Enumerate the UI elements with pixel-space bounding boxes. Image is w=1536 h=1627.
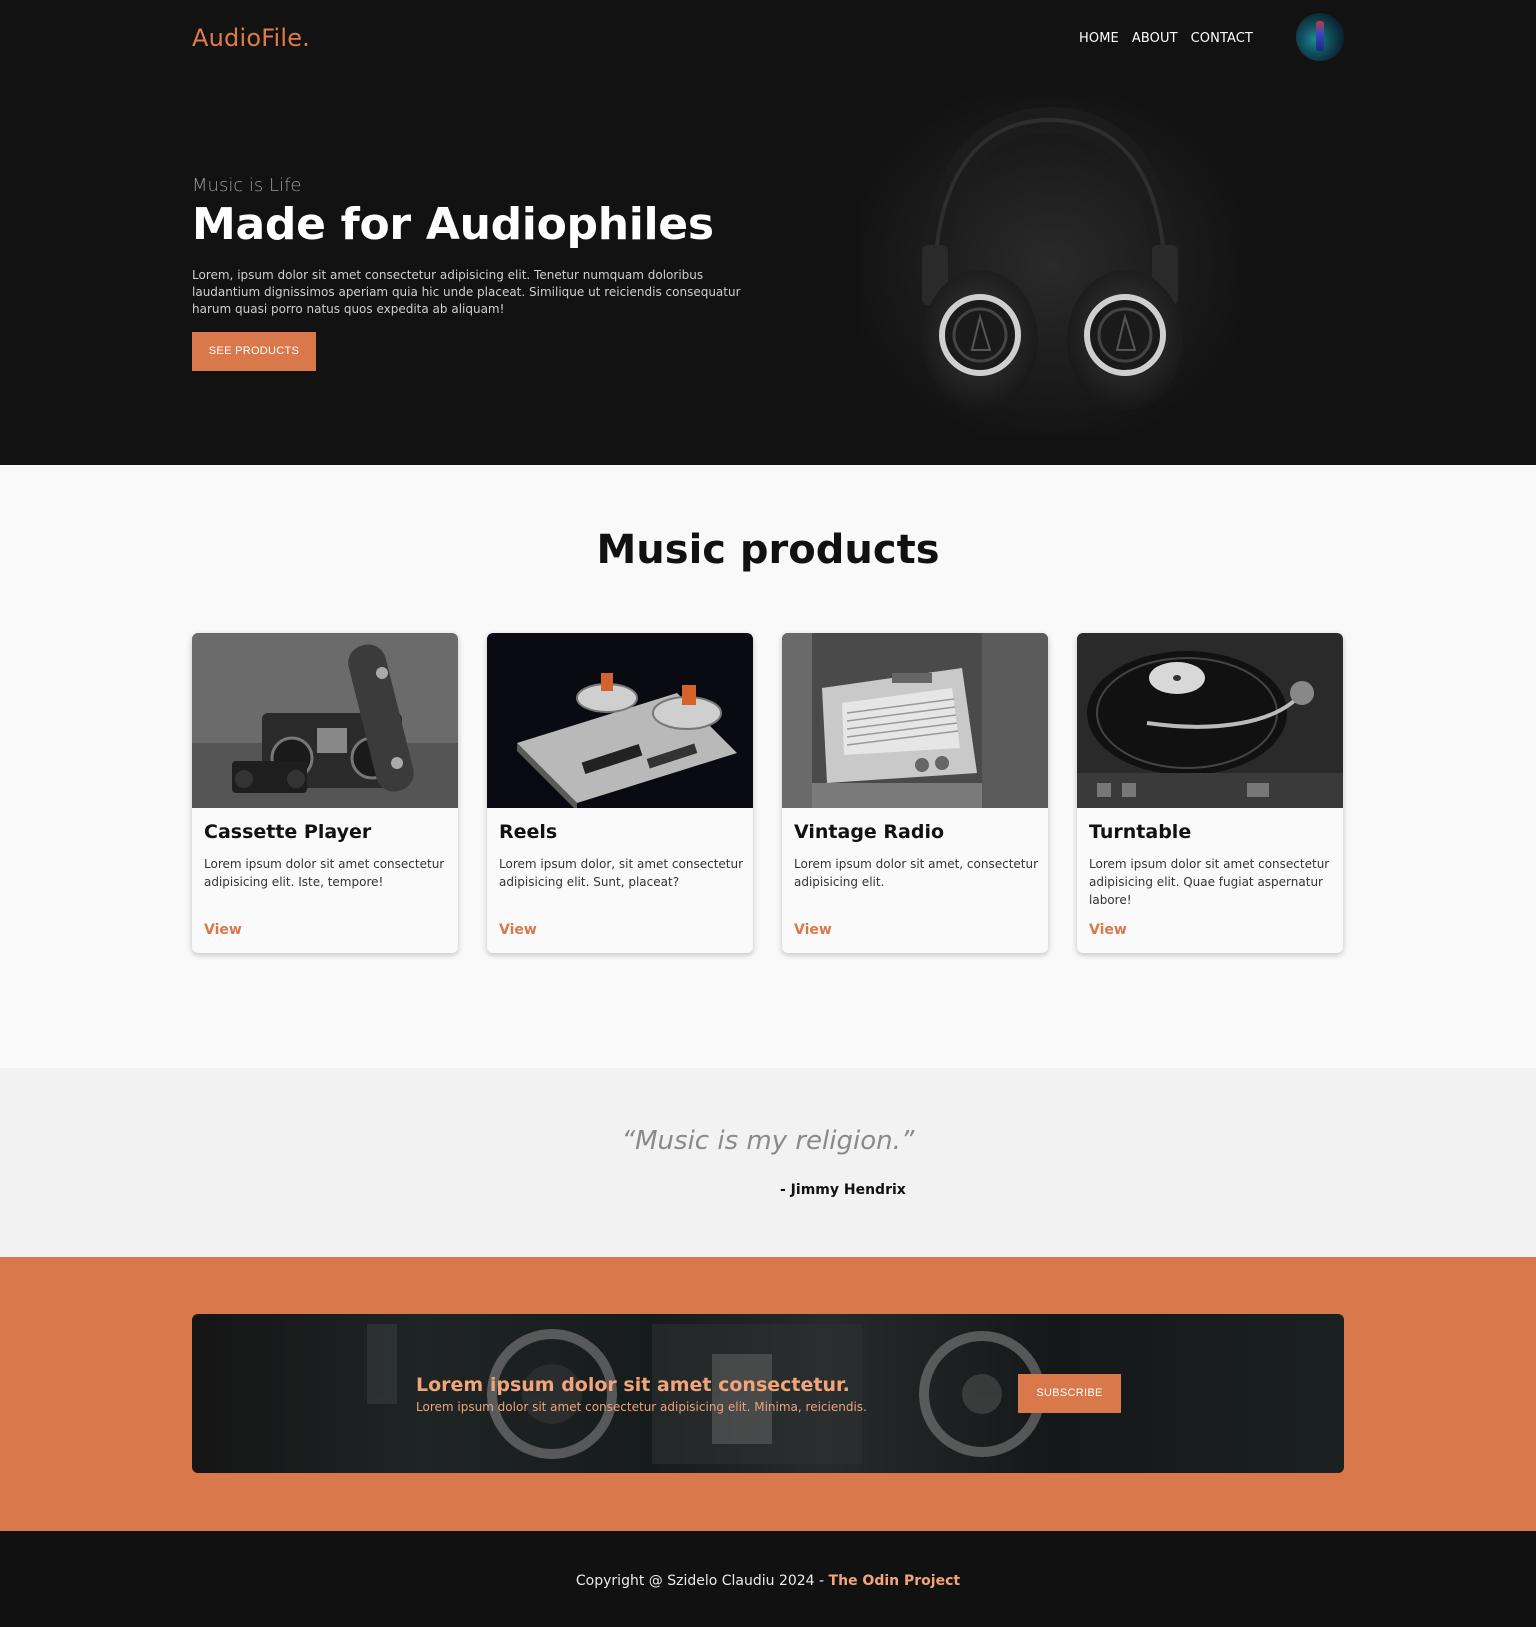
card-description: Lorem ipsum dolor sit amet, consectetur … — [794, 857, 1039, 889]
quote-author: - Jimmy Hendrix — [780, 1182, 906, 1198]
card-description: Lorem ipsum dolor, sit amet consectetur … — [499, 857, 744, 889]
avatar[interactable] — [1296, 13, 1344, 61]
card-title: Cassette Player — [204, 821, 372, 843]
quote-section: “Music is my religion.” - Jimmy Hendrix — [0, 1068, 1536, 1257]
product-card-radio: Vintage Radio Lorem ipsum dolor sit amet… — [782, 633, 1048, 953]
turntable-image — [1077, 633, 1343, 808]
copyright-text: Copyright @ Szidelo Claudiu 2024 - — [575, 1573, 829, 1589]
subscribe-button[interactable]: SUBSCRIBE — [1018, 1374, 1121, 1413]
card-title: Vintage Radio — [794, 821, 945, 843]
quote-text: “Music is my religion.” — [621, 1126, 915, 1156]
product-card-reels: Reels Lorem ipsum dolor, sit amet consec… — [487, 633, 753, 953]
subscribe-title: Lorem ipsum dolor sit amet consectetur. — [416, 1374, 850, 1396]
view-link[interactable]: View — [204, 922, 242, 938]
navbar: AudioFile. HOME ABOUT CONTACT — [0, 0, 1536, 80]
hero-kicker: Music is Life — [192, 175, 302, 196]
card-description: Lorem ipsum dolor sit amet consectetur a… — [204, 857, 445, 889]
nav-contact[interactable]: CONTACT — [1191, 31, 1253, 46]
footer: Copyright @ Szidelo Claudiu 2024 - The O… — [0, 1531, 1536, 1627]
nav-links: HOME ABOUT CONTACT — [1079, 31, 1253, 46]
card-title: Turntable — [1089, 821, 1192, 843]
card-title: Reels — [499, 821, 558, 843]
headphones-image — [860, 95, 1240, 435]
hero-text: Music is Life Made for Audiophiles Lorem… — [192, 175, 772, 318]
subscribe-banner: Lorem ipsum dolor sit amet consectetur. … — [192, 1314, 1344, 1473]
see-products-button[interactable]: SEE PRODUCTS — [192, 332, 316, 371]
hero-body: Lorem, ipsum dolor sit amet consectetur … — [192, 268, 741, 316]
reels-image — [487, 633, 753, 808]
footer-text: Copyright @ Szidelo Claudiu 2024 - The O… — [0, 1573, 1536, 1589]
products-section: Music products Cassette Player Lorem ips… — [0, 465, 1536, 1068]
product-card-turntable: Turntable Lorem ipsum dolor sit amet con… — [1077, 633, 1343, 953]
hero-title: Made for Audiophiles — [192, 199, 714, 250]
cassette-player-image — [192, 633, 458, 808]
view-link[interactable]: View — [499, 922, 537, 938]
products-title: Music products — [596, 527, 940, 573]
view-link[interactable]: View — [794, 922, 832, 938]
odin-project-link[interactable]: The Odin Project — [829, 1573, 961, 1589]
logo[interactable]: AudioFile. — [192, 24, 310, 52]
hero-section: AudioFile. HOME ABOUT CONTACT Music is L… — [0, 0, 1536, 465]
view-link[interactable]: View — [1089, 922, 1127, 938]
subscribe-text: Lorem ipsum dolor sit amet consectetur a… — [416, 1400, 867, 1414]
nav-about[interactable]: ABOUT — [1132, 31, 1178, 46]
nav-home[interactable]: HOME — [1079, 31, 1119, 46]
card-description: Lorem ipsum dolor sit amet consectetur a… — [1089, 857, 1330, 907]
product-card-cassette: Cassette Player Lorem ipsum dolor sit am… — [192, 633, 458, 953]
vintage-radio-image — [782, 633, 1048, 808]
subscribe-section: Lorem ipsum dolor sit amet consectetur. … — [0, 1257, 1536, 1531]
